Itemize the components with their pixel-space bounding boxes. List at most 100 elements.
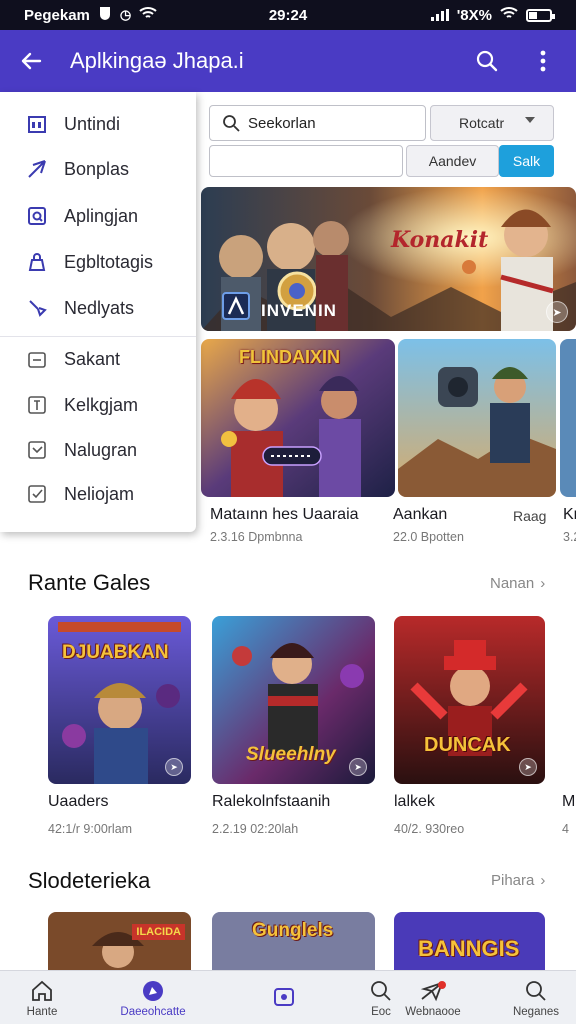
drawer-item-6[interactable]: Kelkgjam [0, 382, 196, 428]
compass-icon [143, 980, 163, 1001]
drawer-item-5[interactable]: Sakant [0, 336, 196, 382]
section2-more-link[interactable]: Pihara › [491, 872, 545, 889]
category-select-value: Rotcatr [459, 115, 505, 131]
tab-daeeohcatte[interactable]: Daeeohcatte [110, 971, 196, 1024]
game-sub-2: 40/2. 930reo [394, 822, 465, 836]
signal-icon [430, 9, 449, 21]
app-screen: Pegekam ◷ 29:24 '8X% Aplkingaə Jhapa.i U… [0, 0, 576, 1024]
tools-icon [26, 297, 48, 319]
drawer-item-4[interactable]: Nedlyats [0, 285, 196, 331]
more-link-label: Nanan [490, 575, 535, 592]
card-art-title: BANNGIS [418, 936, 520, 961]
overflow-menu-button[interactable] [518, 30, 568, 92]
status-bar: Pegekam ◷ 29:24 '8X% [0, 0, 576, 30]
navigation-drawer: Untindi Bonplas Aplingjan Egbltotagis Ne… [0, 92, 196, 532]
game-card-s2-2[interactable]: BANNGIS [394, 912, 545, 970]
drawer-item-1[interactable]: Bonplas [0, 146, 196, 192]
section1-more-link[interactable]: Nanan › [490, 575, 545, 592]
featured-card-1[interactable] [398, 339, 556, 497]
drawer-item-0[interactable]: Untindi [0, 101, 196, 147]
battery-text: '8X% [456, 6, 492, 24]
game-card-s2-1[interactable]: Gunglels [212, 912, 375, 970]
share-icon: ➤ [519, 758, 537, 776]
drawer-item-label: Sakant [64, 349, 121, 369]
game-card-1[interactable]: Slueehlny ➤ [212, 616, 375, 784]
search-button[interactable] [462, 30, 512, 92]
check-box-icon [26, 439, 48, 461]
more-link-label: Pihara [491, 872, 535, 889]
game-sub-1: 2.2.19 02:20lah [212, 822, 299, 836]
game-card-s2-0[interactable]: ILACIDA [48, 912, 191, 970]
game-card-0[interactable]: DJUABKAN ➤ [48, 616, 191, 784]
tab-webnaooe[interactable]: Webnaooe [402, 971, 464, 1024]
category-select[interactable]: Rotcatr [430, 105, 554, 141]
message-box-icon [26, 349, 48, 371]
hero-artwork [201, 187, 576, 331]
featured-card-0[interactable]: FLINDAIXIN [201, 339, 395, 497]
page-title: Aplkingaə Jhapa.i [70, 48, 244, 73]
back-button[interactable] [0, 30, 62, 92]
tab-label: Eoc [371, 1005, 391, 1018]
caret-down-icon [525, 117, 535, 123]
featured-card-2[interactable] [560, 339, 576, 497]
card-artwork [398, 339, 556, 497]
game-title-0: Uaaders [48, 793, 109, 810]
more-vert-icon [540, 50, 546, 72]
salk-button[interactable]: Salk [499, 145, 554, 177]
share-icon: ➤ [349, 758, 367, 776]
section-heading-slodeterieka: Slodeterieka [28, 868, 151, 893]
t-box-icon [26, 394, 48, 416]
card-artwork [560, 339, 576, 497]
drawer-item-label: Untindi [64, 113, 121, 134]
game-sub-3: 4 [562, 822, 569, 836]
featured-tag-1: Raag [513, 508, 547, 524]
featured-hero-banner[interactable]: Konakit INVENIN ➤ [201, 187, 576, 331]
drawer-item-2[interactable]: Aplingjan [0, 193, 196, 239]
drawer-item-3[interactable]: Egbltotagis [0, 239, 196, 285]
card-art-title: Gunglels [252, 920, 334, 941]
aandev-button[interactable]: Aandev [406, 145, 499, 177]
clock-small-icon: ◷ [119, 7, 132, 22]
game-title-1: Ralekolnfstaanih [212, 793, 331, 810]
tab-neganes[interactable]: Neganes [508, 971, 564, 1024]
drawer-item-label: Neliojam [64, 483, 135, 504]
battery-icon [526, 8, 555, 22]
game-title-2: lalkek [394, 793, 435, 810]
drawer-item-7[interactable]: Nalugran [0, 427, 196, 473]
featured-sub-2: 3.2 [563, 530, 576, 544]
media-icon [274, 987, 294, 1006]
drawer-item-label: Kelkgjam [64, 394, 139, 415]
featured-sub-0: 2.3.16 Dpmbnna [210, 530, 303, 544]
drawer-item-8[interactable]: Neliojam [0, 471, 196, 517]
app-bar: Aplkingaə Jhapa.i [0, 30, 576, 92]
share-icon: ➤ [546, 301, 568, 323]
filter-input[interactable] [209, 145, 403, 177]
tab-label: Daeeohcatte [120, 1005, 186, 1018]
wifi-small-icon [139, 6, 157, 24]
card-badge-text: FLINDAIXIN [239, 347, 340, 367]
search-icon [476, 50, 498, 72]
search-input[interactable]: Seekorlan [209, 105, 426, 141]
card-art-title: Slueehlny [246, 744, 336, 765]
tab-eoc[interactable]: Eoc [360, 971, 402, 1024]
game-title-3: M [562, 793, 576, 810]
bottom-navigation: Hante Daeeohcatte Eoc Webnaooe Neganes [0, 970, 576, 1024]
search-input-value: Seekorlan [248, 114, 316, 132]
tab-media[interactable] [262, 971, 306, 1024]
calendar-icon [26, 113, 48, 135]
tab-hante[interactable]: Hante [14, 971, 70, 1024]
game-card-2[interactable]: DUNCAK ➤ [394, 616, 545, 784]
featured-title-0: Mataınn hes Uaaraia [210, 506, 359, 523]
card-artwork [48, 912, 191, 970]
featured-title-1: Aankan [393, 506, 448, 523]
bag-icon [26, 251, 48, 273]
drawer-item-label: Bonplas [64, 158, 130, 179]
drawer-item-label: Nalugran [64, 439, 138, 460]
hero-script-text: Konakit [391, 227, 489, 253]
drawer-item-label: Egbltotagis [64, 251, 154, 272]
share-icon: ➤ [165, 758, 183, 776]
check-square-icon [26, 483, 48, 505]
home-icon [32, 980, 52, 1001]
tab-label: Webnaooe [405, 1005, 461, 1018]
wifi-icon [500, 6, 518, 24]
